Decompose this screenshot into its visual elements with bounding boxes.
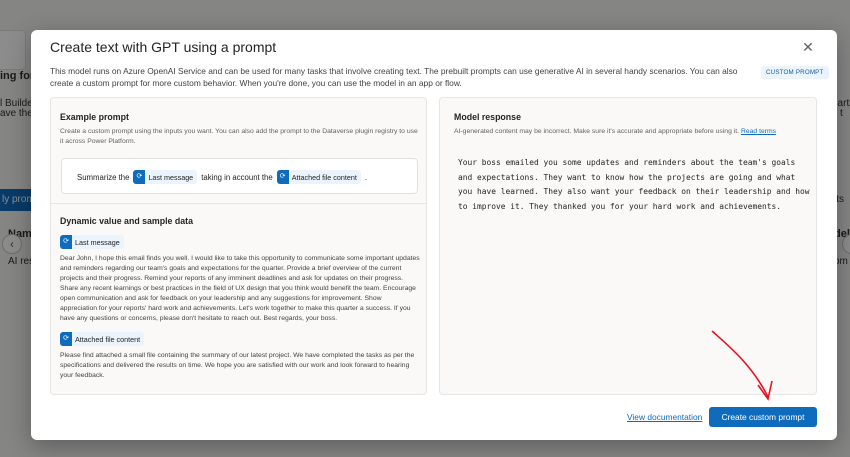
- example-prompt-heading: Example prompt: [60, 112, 129, 122]
- last-message-chip: ⟳ Last message: [133, 170, 198, 184]
- dynamic-value-icon: ⟳: [276, 170, 289, 184]
- close-icon[interactable]: ✕: [799, 38, 817, 56]
- dialog-description: This model runs on Azure OpenAI Service …: [50, 66, 738, 88]
- disclaimer-text: AI-generated content may be incorrect. M…: [454, 128, 740, 135]
- custom-prompt-badge: CUSTOM PROMPT: [761, 66, 829, 79]
- dynamic-value-heading: Dynamic value and sample data: [60, 216, 193, 226]
- sample-data-last-message: Dear John, I hope this email finds you w…: [60, 255, 420, 322]
- dynamic-value-icon: ⟳: [133, 170, 146, 184]
- chip-label: Attached file content: [75, 334, 141, 344]
- model-response-text: Your boss emailed you some updates and r…: [458, 158, 810, 212]
- attached-file-chip: ⟳ Attached file content: [276, 170, 361, 184]
- chip-label: Last message: [148, 172, 194, 182]
- response-disclaimer: AI-generated content may be incorrect. M…: [454, 127, 809, 137]
- prompt-text-middle: taking in account the: [201, 172, 273, 182]
- chip-label: Last message: [75, 237, 120, 247]
- model-response-heading: Model response: [454, 112, 521, 122]
- view-documentation-link[interactable]: View documentation: [627, 412, 702, 422]
- dynamic-value-icon: ⟳: [60, 235, 72, 249]
- create-custom-prompt-button[interactable]: Create custom prompt: [709, 407, 817, 427]
- panel-divider: [51, 203, 426, 204]
- prompt-text-end: .: [364, 172, 368, 182]
- read-terms-link[interactable]: Read terms: [741, 128, 776, 135]
- attached-file-chip: ⟳ Attached file content: [60, 332, 145, 346]
- example-prompt-box: Summarize the ⟳ Last message taking in a…: [61, 158, 418, 194]
- example-prompt-panel: Example prompt Create a custom prompt us…: [50, 97, 427, 395]
- last-message-chip: ⟳ Last message: [60, 235, 124, 249]
- example-prompt-description: Create a custom prompt using the inputs …: [60, 128, 418, 145]
- chip-label: Attached file content: [291, 172, 357, 182]
- annotation-arrow-icon: [711, 330, 773, 401]
- dynamic-value-icon: ⟳: [60, 332, 72, 346]
- example-prompt-line: Summarize the ⟳ Last message taking in a…: [77, 170, 367, 184]
- prompt-text-start: Summarize the: [77, 172, 130, 182]
- sample-data-attached-file: Please find attached a small file contai…: [60, 352, 415, 379]
- dialog-title: Create text with GPT using a prompt: [50, 39, 277, 55]
